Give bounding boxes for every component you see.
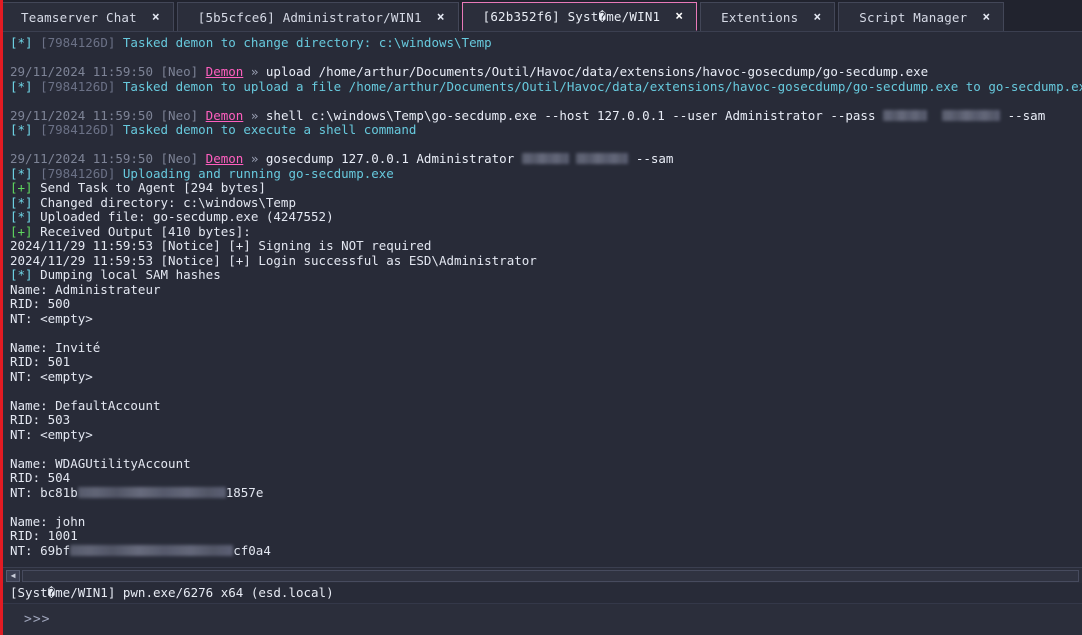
redacted-value — [521, 153, 569, 164]
tab-label: [62b352f6] Syst�me/WIN1 — [482, 9, 661, 24]
console-line: Name: Administrateur — [10, 281, 161, 297]
console-line: [*] [7984126D] Uploading and running go-… — [10, 165, 394, 181]
console-line: RID: 503 — [10, 412, 71, 427]
console-line: Name: Invité — [10, 339, 101, 355]
tab-label: Extentions — [721, 9, 799, 25]
tab-2[interactable]: [62b352f6] Syst�me/WIN1 × — [461, 2, 698, 31]
console-line: RID: 500 — [10, 296, 71, 311]
console-output[interactable]: [*] [7984126D] Tasked demon to change di… — [0, 32, 1082, 567]
console-line: Name: john — [10, 513, 86, 529]
prompt-sign: >>> — [24, 612, 51, 627]
console-line: Name: WDAGUtilityAccount — [10, 455, 191, 471]
tab-4[interactable]: Script Manager × — [838, 2, 1005, 31]
console-line: NT: 69bf cf0a4 — [10, 542, 271, 558]
console-line: 29/11/2024 11:59:50 [Neo] Demon » shell … — [10, 107, 1046, 123]
console-line: [*] Changed directory: c:\windows\Temp — [10, 194, 296, 210]
left-accent-stripe — [0, 0, 3, 635]
status-bar: [Syst�me/WIN1] pwn.exe/6276 x64 (esd.loc… — [0, 583, 1082, 603]
console-line: NT: bc81b 1857e — [10, 484, 264, 500]
console-line: [*] Uploaded file: go-secdump.exe (42475… — [10, 209, 334, 224]
console-line: [+] Received Output [410 bytes]: — [10, 223, 251, 239]
redacted-value — [883, 109, 927, 121]
console-line: 29/11/2024 11:59:50 [Neo] Demon » gosecd… — [10, 151, 674, 166]
console-line: [+] Send Task to Agent [294 bytes] — [10, 180, 266, 195]
tab-3[interactable]: Extentions × — [700, 2, 836, 31]
console-line: [*] [7984126D] Tasked demon to upload a … — [10, 78, 1082, 94]
tab-bar-filler — [1004, 0, 1082, 32]
tab-label: Teamserver Chat — [21, 9, 137, 25]
havoc-client-window: Teamserver Chat × [5b5cfce6] Administrator… — [0, 0, 1082, 635]
tab-label: [5b5cfce6] Administrator/WIN1 — [197, 9, 422, 25]
horizontal-scrollbar[interactable]: ◀ — [0, 567, 1082, 583]
close-icon[interactable]: × — [151, 11, 161, 24]
console-line: 2024/11/29 11:59:53 [Notice] [+] Signing… — [10, 238, 432, 253]
console-line: [*] Dumping local SAM hashes — [10, 267, 221, 282]
prompt-bar[interactable]: >>> — [0, 603, 1082, 635]
console-line: RID: 501 — [10, 354, 71, 369]
console-line: NT: <empty> — [10, 426, 93, 442]
console-line: 2024/11/29 11:59:53 [Notice] [+] Login s… — [10, 252, 537, 268]
tab-0[interactable]: Teamserver Chat × — [0, 2, 174, 31]
scroll-left-arrow-icon[interactable]: ◀ — [6, 569, 20, 582]
console-line: [*] [7984126D] Tasked demon to change di… — [10, 35, 492, 50]
tab-1[interactable]: [5b5cfce6] Administrator/WIN1 × — [176, 2, 459, 31]
redacted-value — [77, 486, 226, 498]
tab-bar: Teamserver Chat × [5b5cfce6] Administrator… — [0, 0, 1082, 32]
command-input[interactable] — [72, 604, 1082, 635]
close-icon[interactable]: × — [981, 11, 991, 24]
close-icon[interactable]: × — [436, 11, 446, 24]
tab-label: Script Manager — [859, 9, 968, 25]
console-line: NT: <empty> — [10, 310, 93, 326]
console-line: Name: DefaultAccount — [10, 397, 161, 413]
close-icon[interactable]: × — [674, 10, 684, 23]
redacted-value — [942, 109, 1001, 121]
console-line: RID: 1001 — [10, 528, 78, 543]
close-icon[interactable]: × — [812, 11, 822, 24]
redacted-value — [70, 544, 234, 556]
console-line: RID: 504 — [10, 470, 71, 485]
console-line: 29/11/2024 11:59:50 [Neo] Demon » upload… — [10, 64, 929, 79]
console-line: [*] [7984126D] Tasked demon to execute a… — [10, 122, 417, 137]
scrollbar-track[interactable] — [22, 569, 1079, 582]
console-line: NT: <empty> — [10, 368, 93, 384]
redacted-value — [576, 153, 629, 164]
